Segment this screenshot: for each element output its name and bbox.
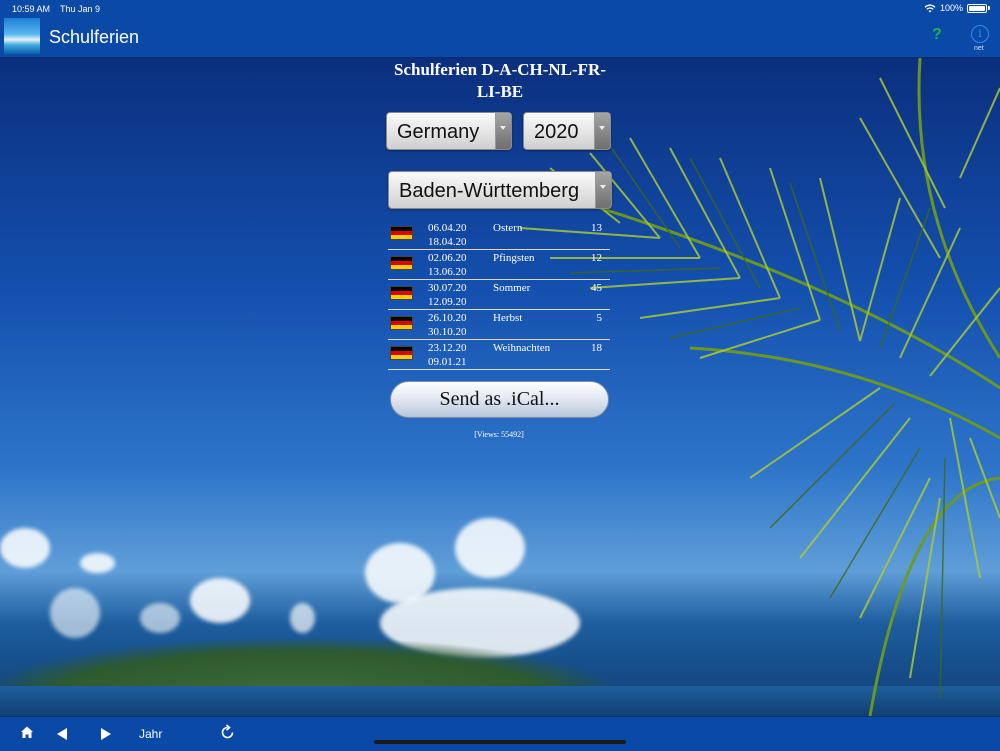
help-button[interactable]: ? — [932, 26, 942, 44]
year-select[interactable]: 2020 — [523, 112, 611, 150]
german-flag-icon — [390, 316, 413, 330]
cloud — [190, 578, 250, 623]
dropdown-arrow-icon — [595, 172, 611, 208]
refresh-icon[interactable] — [219, 724, 236, 741]
app-thumbnail — [4, 18, 40, 54]
dropdown-arrow-icon — [594, 113, 610, 149]
status-date: Thu Jan 9 — [60, 4, 101, 14]
send-ical-button[interactable]: Send as .iCal... — [390, 381, 609, 418]
holiday-end: 18.04.20 — [428, 236, 467, 248]
battery-percent: 100% — [939, 3, 963, 13]
forward-arrow-icon[interactable] — [101, 728, 111, 740]
country-select[interactable]: Germany — [386, 112, 512, 150]
jahr-button[interactable]: Jahr — [139, 727, 162, 741]
german-flag-icon — [390, 286, 413, 300]
net-label: net — [974, 45, 984, 52]
cloud — [80, 553, 115, 573]
battery-icon — [967, 3, 987, 13]
holiday-start: 06.04.20 — [428, 222, 467, 234]
holiday-end: 09.01.21 — [428, 356, 467, 368]
german-flag-icon — [390, 226, 413, 240]
dropdown-arrow-icon — [495, 113, 511, 149]
state-value: Baden-Württemberg — [399, 180, 580, 202]
battery-tip — [988, 6, 990, 10]
holiday-start: 26.10.20 — [428, 312, 467, 324]
holiday-start: 02.06.20 — [428, 252, 467, 264]
holiday-end: 13.06.20 — [428, 266, 467, 278]
holiday-days: 18 — [591, 342, 602, 354]
holiday-start: 30.07.20 — [428, 282, 467, 294]
holiday-days: 5 — [596, 312, 603, 324]
holiday-name: Sommer — [493, 282, 531, 294]
holiday-days: 45 — [591, 282, 602, 294]
list-item[interactable]: 30.07.20 12.09.20 Sommer 45 — [388, 280, 610, 310]
holiday-end: 12.09.20 — [428, 296, 467, 308]
year-value: 2020 — [534, 121, 579, 143]
holiday-days: 12 — [591, 252, 602, 264]
cloud — [50, 588, 100, 638]
holiday-start: 23.12.20 — [428, 342, 467, 354]
cloud — [0, 528, 50, 568]
home-icon[interactable] — [20, 725, 34, 739]
list-item[interactable]: 06.04.20 18.04.20 Ostern 13 — [388, 220, 610, 250]
nav-bar: Schulferien ? i net — [0, 18, 1000, 58]
holiday-name: Weihnachten — [493, 342, 551, 354]
back-arrow-icon[interactable] — [57, 728, 67, 740]
list-item[interactable]: 02.06.20 13.06.20 Pfingsten 12 — [388, 250, 610, 280]
status-right: 100% — [924, 3, 990, 13]
nav-title: Schulferien — [49, 27, 140, 47]
state-select[interactable]: Baden-Württemberg — [388, 171, 612, 209]
views-counter: [Views: 55492] — [474, 430, 524, 439]
german-flag-icon — [390, 256, 413, 270]
holiday-name: Pfingsten — [493, 252, 535, 264]
info-button[interactable]: i — [971, 25, 989, 43]
wifi-icon — [924, 4, 936, 12]
holiday-end: 30.10.20 — [428, 326, 467, 338]
holiday-days: 13 — [591, 222, 602, 234]
status-time: 10:59 AM — [12, 4, 51, 14]
status-bar: 10:59 AM Thu Jan 9 100% — [0, 0, 1000, 18]
list-item[interactable]: 23.12.20 09.01.21 Weihnachten 18 — [388, 340, 610, 370]
cloud — [140, 603, 180, 633]
holiday-name: Ostern — [493, 222, 523, 234]
cloud — [290, 603, 315, 633]
holiday-name: Herbst — [493, 312, 523, 324]
page-title: Schulferien D-A-CH-NL-FR-LI-BE — [394, 60, 606, 101]
country-value: Germany — [397, 121, 480, 143]
german-flag-icon — [390, 346, 413, 360]
bottom-toolbar: Jahr — [0, 716, 1000, 751]
holiday-list: 06.04.20 18.04.20 Ostern 13 02.06.20 13.… — [388, 220, 610, 370]
home-indicator — [374, 740, 626, 744]
list-item[interactable]: 26.10.20 30.10.20 Herbst 5 — [388, 310, 610, 340]
